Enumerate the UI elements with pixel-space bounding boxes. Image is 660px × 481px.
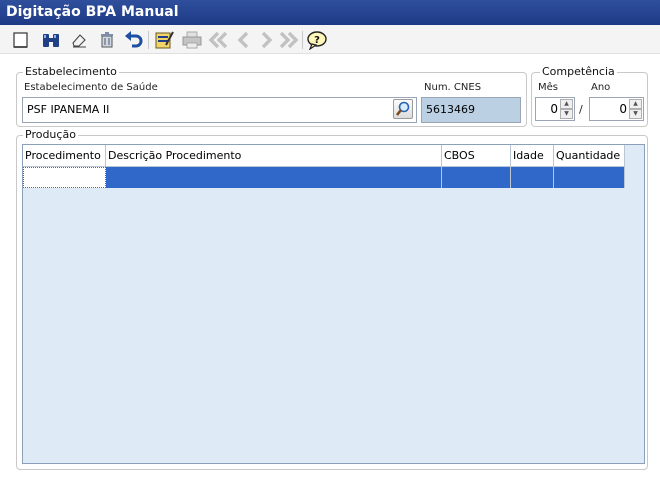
- prev-icon: [237, 31, 249, 49]
- last-icon: [279, 31, 299, 49]
- toolbar-separator: [302, 31, 303, 49]
- toolbar-separator: [148, 31, 149, 49]
- edit-button[interactable]: [153, 29, 175, 51]
- competencia-separator: /: [579, 103, 583, 116]
- mes-value: 0: [550, 102, 558, 116]
- table-cell-descricao[interactable]: [106, 167, 442, 188]
- eraser-icon: [72, 34, 86, 48]
- magnifier-icon: [395, 101, 410, 116]
- ano-value: 0: [619, 102, 627, 116]
- new-button[interactable]: [10, 29, 32, 51]
- previous-record-button[interactable]: [233, 29, 255, 51]
- table-cell-procedimento[interactable]: [23, 167, 106, 188]
- estabelecimento-search-button[interactable]: [393, 99, 413, 119]
- table-cell-quantidade[interactable]: [554, 167, 625, 188]
- undo-icon: [125, 31, 143, 48]
- column-header[interactable]: Descrição Procedimento: [106, 145, 442, 167]
- toolbar: ?: [0, 25, 660, 54]
- producao-group-label: Produção: [23, 128, 78, 141]
- edit-icon: [155, 31, 174, 49]
- column-header[interactable]: Quantidade: [554, 145, 625, 167]
- ano-stepper[interactable]: 0 ▲ ▼: [589, 97, 644, 121]
- next-record-button[interactable]: [255, 29, 277, 51]
- first-icon: [208, 31, 228, 49]
- undo-button[interactable]: [123, 29, 145, 51]
- help-button[interactable]: ?: [306, 29, 328, 51]
- svg-text:?: ?: [314, 35, 320, 46]
- cnes-field: 5613469: [421, 97, 521, 123]
- last-record-button[interactable]: [277, 29, 299, 51]
- delete-button[interactable]: [96, 29, 118, 51]
- table-cell-idade[interactable]: [511, 167, 554, 188]
- cnes-label: Num. CNES: [424, 82, 482, 93]
- column-header[interactable]: Idade: [511, 145, 554, 167]
- table-row[interactable]: [23, 167, 625, 188]
- estabelecimento-field[interactable]: PSF IPANEMA II: [22, 97, 417, 123]
- first-record-button[interactable]: [208, 29, 230, 51]
- trash-icon: [101, 32, 113, 48]
- help-icon: ?: [307, 31, 327, 50]
- print-button[interactable]: [181, 29, 203, 51]
- mes-label: Mês: [538, 82, 558, 93]
- clear-button[interactable]: [68, 29, 90, 51]
- next-icon: [261, 31, 273, 49]
- estabelecimento-label: Estabelecimento de Saúde: [24, 82, 158, 93]
- competencia-group-label: Competência: [540, 65, 617, 78]
- column-header[interactable]: Procedimento: [23, 145, 106, 167]
- binoculars-icon: [43, 34, 59, 47]
- cnes-value: 5613469: [426, 103, 475, 116]
- estabelecimento-group-label: Estabelecimento: [23, 65, 119, 78]
- mes-up-button[interactable]: ▲: [560, 99, 573, 109]
- table-cell-cbos[interactable]: [442, 167, 511, 188]
- producao-grid[interactable]: Procedimento Descrição Procedimento CBOS…: [22, 144, 645, 464]
- mes-stepper[interactable]: 0 ▲ ▼: [535, 97, 575, 121]
- print-icon: [182, 31, 202, 49]
- mes-down-button[interactable]: ▼: [560, 109, 573, 119]
- new-icon: [13, 32, 28, 48]
- ano-down-button[interactable]: ▼: [629, 109, 642, 119]
- search-button[interactable]: [40, 29, 62, 51]
- ano-label: Ano: [591, 82, 611, 93]
- window-title: Digitação BPA Manual: [0, 0, 660, 25]
- ano-up-button[interactable]: ▲: [629, 99, 642, 109]
- column-header[interactable]: CBOS: [442, 145, 511, 167]
- estabelecimento-value: PSF IPANEMA II: [27, 103, 110, 116]
- grid-header: Procedimento Descrição Procedimento CBOS…: [23, 145, 625, 167]
